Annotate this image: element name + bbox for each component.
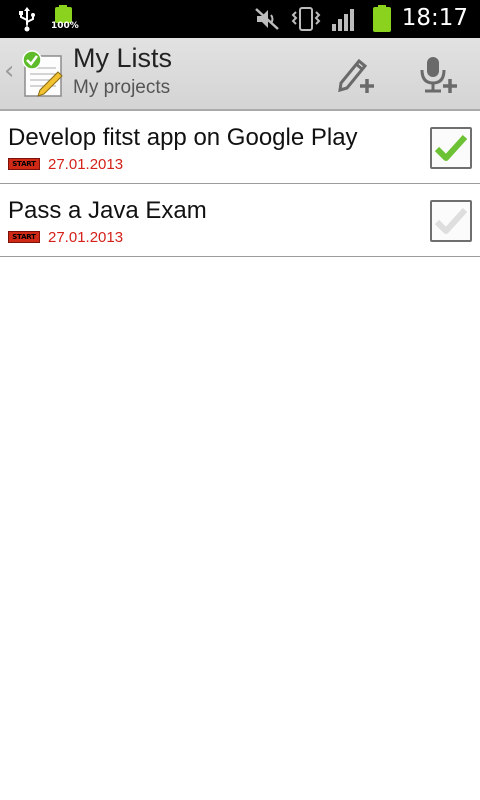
item-date: 27.01.2013 bbox=[48, 156, 124, 173]
list-item[interactable]: Develop fitst app on Google Play START 2… bbox=[0, 111, 480, 184]
check-icon bbox=[435, 134, 467, 161]
add-voice-icon bbox=[420, 56, 457, 93]
item-checkbox[interactable] bbox=[430, 200, 472, 242]
back-chevron-icon[interactable]: ‹ bbox=[4, 58, 14, 84]
add-item-button[interactable] bbox=[322, 38, 392, 111]
status-bar: 100% 18:17 bbox=[0, 0, 480, 38]
check-icon bbox=[435, 207, 467, 234]
clock: 18:17 bbox=[401, 5, 468, 31]
start-tag: START bbox=[8, 158, 40, 170]
list-item[interactable]: Pass a Java Exam START 27.01.2013 bbox=[0, 184, 480, 257]
mute-icon bbox=[255, 8, 279, 30]
vibrate-icon bbox=[291, 7, 321, 31]
item-title: Develop fitst app on Google Play bbox=[8, 124, 358, 151]
item-checkbox[interactable] bbox=[430, 127, 472, 169]
page-subtitle: My projects bbox=[73, 77, 171, 98]
battery-icon bbox=[373, 5, 391, 32]
battery-percent: 100% bbox=[51, 21, 79, 31]
item-title: Pass a Java Exam bbox=[8, 197, 207, 224]
add-voice-button[interactable] bbox=[404, 38, 474, 111]
signal-icon bbox=[332, 9, 354, 31]
app-notepad-icon[interactable] bbox=[20, 50, 66, 98]
add-edit-icon bbox=[338, 58, 374, 93]
item-date: 27.01.2013 bbox=[48, 229, 124, 246]
usb-icon bbox=[19, 7, 35, 32]
action-bar: ‹ My Lists My projects bbox=[0, 38, 480, 111]
page-title: My Lists bbox=[73, 43, 173, 73]
start-tag: START bbox=[8, 231, 40, 243]
project-list: Develop fitst app on Google Play START 2… bbox=[0, 111, 480, 257]
